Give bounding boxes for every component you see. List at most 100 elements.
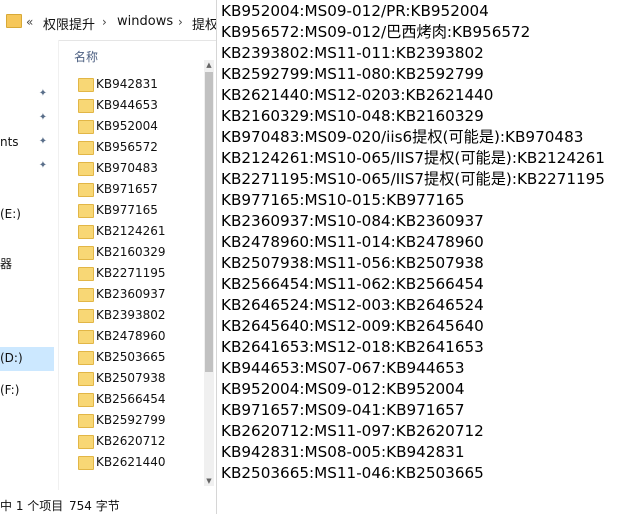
text-line: KB2645640:MS12-009:KB2645640 <box>221 317 484 335</box>
folder-icon <box>78 435 94 449</box>
file-name: KB970483 <box>96 161 158 175</box>
file-list-item[interactable]: KB942831 <box>74 74 208 95</box>
address-bar[interactable]: « 权限提升 › windows › 提权 <box>0 4 218 41</box>
folder-icon <box>78 78 94 92</box>
text-line: KB970483:MS09-020/iis6提权(可能是):KB970483 <box>221 128 584 146</box>
text-line: KB2507938:MS11-056:KB2507938 <box>221 254 484 272</box>
file-list-item[interactable]: KB2620712 <box>74 431 208 452</box>
folder-icon <box>78 414 94 428</box>
file-list-item[interactable]: KB2160329 <box>74 242 208 263</box>
file-name: KB2621440 <box>96 455 166 469</box>
breadcrumb-separator[interactable]: › <box>178 15 183 29</box>
file-list-item[interactable]: KB970483 <box>74 158 208 179</box>
file-list-item[interactable]: KB2507938 <box>74 368 208 389</box>
folder-icon <box>78 246 94 260</box>
text-line: KB944653:MS07-067:KB944653 <box>221 359 465 377</box>
text-line: KB2621440:MS12-0203:KB2621440 <box>221 86 494 104</box>
file-list-item[interactable]: KB944653 <box>74 95 208 116</box>
text-line: KB977165:MS10-015:KB977165 <box>221 191 465 209</box>
file-name: KB977165 <box>96 203 158 217</box>
file-list-item[interactable]: KB2592799 <box>74 410 208 431</box>
folder-icon <box>78 141 94 155</box>
text-line: KB2360937:MS10-084:KB2360937 <box>221 212 484 230</box>
file-list-item[interactable]: KB2393802 <box>74 305 208 326</box>
file-list-item[interactable]: KB956572 <box>74 137 208 158</box>
file-name: KB2620712 <box>96 434 166 448</box>
text-editor-window[interactable]: KB952004:MS09-012/PR:KB952004 KB956572:MS… <box>216 0 630 514</box>
breadcrumb-chevron[interactable]: « <box>26 15 33 29</box>
text-line: KB952004:MS09-012/PR:KB952004 <box>221 2 489 20</box>
file-name: KB2124261 <box>96 224 166 238</box>
nav-item-documents[interactable]: nts <box>0 135 19 149</box>
folder-icon <box>78 456 94 470</box>
text-line: KB2271195:MS10-065/IIS7提权(可能是):KB2271195 <box>221 170 605 188</box>
file-name: KB942831 <box>96 77 158 91</box>
navigation-pane: ✦ ✦ ✦ ✦ nts (E:) 器 (D:) (F:) <box>0 40 59 490</box>
file-name: KB2507938 <box>96 371 166 385</box>
file-list-item[interactable]: KB2621440 <box>74 452 208 473</box>
file-list-item[interactable]: KB2124261 <box>74 221 208 242</box>
folder-icon <box>78 393 94 407</box>
file-list-item[interactable]: KB2478960 <box>74 326 208 347</box>
pin-icon[interactable]: ✦ <box>38 160 48 172</box>
file-list-item[interactable]: KB2566454 <box>74 389 208 410</box>
text-line: KB952004:MS09-012:KB952004 <box>221 380 465 398</box>
file-list-item[interactable]: KB2360937 <box>74 284 208 305</box>
file-name: KB2503665 <box>96 350 166 364</box>
scroll-up-icon[interactable]: ▲ <box>204 60 214 70</box>
breadcrumb-item-privesc[interactable]: 权限提升 <box>43 14 95 33</box>
file-explorer-window: « 权限提升 › windows › 提权 ✦ ✦ ✦ ✦ nts (E:) 器… <box>0 0 218 514</box>
file-list: KB942831 KB944653 KB952004 KB956572 KB970483… <box>74 74 208 473</box>
pin-icon[interactable]: ✦ <box>38 136 48 148</box>
text-line: KB2646524:MS12-003:KB2646524 <box>221 296 484 314</box>
folder-icon <box>78 204 94 218</box>
file-name: KB2271195 <box>96 266 166 280</box>
pin-icon[interactable]: ✦ <box>38 112 48 124</box>
text-line: KB2160329:MS10-048:KB2160329 <box>221 107 484 125</box>
breadcrumb-item-escalation[interactable]: 提权 <box>192 14 218 33</box>
nav-item-drive-f[interactable]: (F:) <box>0 383 19 397</box>
breadcrumb-separator[interactable]: › <box>102 15 107 29</box>
file-list-item[interactable]: KB952004 <box>74 116 208 137</box>
folder-icon <box>78 99 94 113</box>
file-list-item[interactable]: KB977165 <box>74 200 208 221</box>
folder-icon <box>78 288 94 302</box>
file-name: KB2160329 <box>96 245 166 259</box>
text-line: KB971657:MS09-041:KB971657 <box>221 401 465 419</box>
file-list-item[interactable]: KB2271195 <box>74 263 208 284</box>
scroll-down-icon[interactable]: ▼ <box>204 476 214 486</box>
folder-icon <box>78 183 94 197</box>
nav-item-drive-d[interactable]: (D:) <box>0 351 23 365</box>
file-name: KB2478960 <box>96 329 166 343</box>
text-line: KB2124261:MS10-065/IIS7提权(可能是):KB2124261 <box>221 149 605 167</box>
nav-item-device[interactable]: 器 <box>0 255 12 272</box>
text-line: KB2503665:MS11-046:KB2503665 <box>221 464 484 482</box>
folder-icon <box>78 225 94 239</box>
folder-icon <box>78 120 94 134</box>
folder-icon <box>78 330 94 344</box>
status-bar: 中 1 个项目 754 字节 <box>0 495 216 514</box>
folder-icon <box>6 14 22 28</box>
file-name: KB2566454 <box>96 392 166 406</box>
status-selected-count: 中 1 个项目 <box>0 499 64 513</box>
text-line: KB2478960:MS11-014:KB2478960 <box>221 233 484 251</box>
file-list-item[interactable]: KB971657 <box>74 179 208 200</box>
folder-icon <box>78 372 94 386</box>
file-name: KB2360937 <box>96 287 166 301</box>
text-line: KB2620712:MS11-097:KB2620712 <box>221 422 484 440</box>
text-line: KB956572:MS09-012/巴西烤肉:KB956572 <box>221 23 531 41</box>
text-line: KB2641653:MS12-018:KB2641653 <box>221 338 484 356</box>
text-line: KB2566454:MS11-062:KB2566454 <box>221 275 484 293</box>
pin-icon[interactable]: ✦ <box>38 88 48 100</box>
nav-item-drive-e[interactable]: (E:) <box>0 207 21 221</box>
folder-icon <box>78 162 94 176</box>
folder-icon <box>78 309 94 323</box>
file-list-item[interactable]: KB2503665 <box>74 347 208 368</box>
text-line: KB2592799:MS11-080:KB2592799 <box>221 65 484 83</box>
column-header-name[interactable]: 名称 <box>74 48 98 65</box>
folder-icon <box>78 267 94 281</box>
breadcrumb-item-windows[interactable]: windows <box>117 14 173 29</box>
scrollbar-thumb[interactable] <box>205 72 213 372</box>
text-line: KB2393802:MS11-011:KB2393802 <box>221 44 484 62</box>
file-name: KB944653 <box>96 98 158 112</box>
